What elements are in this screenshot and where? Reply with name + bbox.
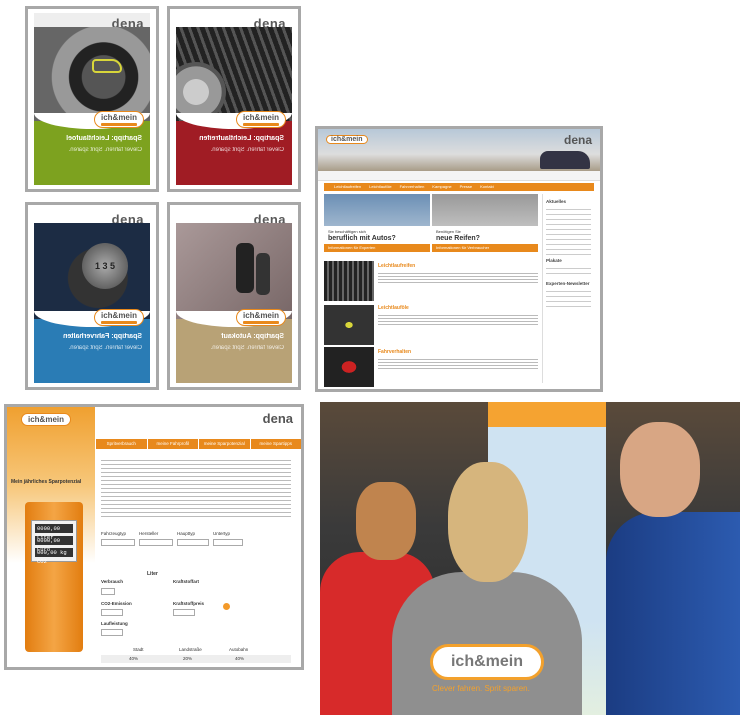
article-text: [378, 271, 538, 283]
site-sidebar: Aktuelles Plakate Experten-Newsletter: [542, 194, 594, 383]
info-icon[interactable]: [223, 603, 230, 610]
experts-button[interactable]: Informationen für Experten: [324, 244, 430, 252]
menu-item[interactable]: Kampagne: [432, 183, 451, 191]
article-image-tires: [324, 261, 374, 301]
poster-keys: dena ich&mein Spartipp: Autokauf Clever …: [167, 202, 301, 390]
calc-tabs[interactable]: Spritverbrauch meine Fahrprofil meine Sp…: [95, 439, 301, 449]
pump-euro: 0000,00 Euro: [35, 536, 73, 553]
menu-item[interactable]: Leichtlaufreifen: [334, 183, 361, 191]
poster-oil: dena ich&mein Spartipp: Leichtlaufoel Cl…: [25, 6, 159, 192]
article-title[interactable]: Leichtlaufreifen: [378, 263, 415, 269]
ichmein-logo: ich&mein: [235, 309, 286, 326]
poster-title: Spartipp: Leichtlaufoel: [66, 135, 142, 142]
select-hersteller[interactable]: [139, 539, 173, 546]
article-image-oil: [324, 305, 374, 345]
site-topnav[interactable]: [318, 171, 600, 181]
person-grey-shirt: ich&mein Clever fahren. Sprit sparen.: [392, 572, 582, 715]
ichmein-logo: ich&mein: [235, 111, 286, 128]
ichmein-logo: ich&mein: [326, 135, 368, 144]
shirt-slogan: Clever fahren. Sprit sparen.: [432, 684, 530, 693]
person-head: [356, 482, 416, 560]
tab-verbrauch[interactable]: Spritverbrauch: [95, 439, 147, 449]
poster-gear: dena 1 3 5 ich&mein Spartipp: Fahrverhal…: [25, 202, 159, 390]
calc-heading: Mein jährliches Sparpotenzial: [11, 479, 82, 485]
menu-item[interactable]: Leichtlauföle: [369, 183, 391, 191]
profile-slider[interactable]: 40% 20% 40%: [101, 655, 291, 663]
website-screenshot: ich&mein dena Leichtlaufreifen Leichtlau…: [315, 126, 603, 392]
article-text: [378, 357, 538, 369]
gear-knob-photo: 1 3 5: [34, 223, 150, 323]
pump-liter: 0000,00 Liter: [35, 524, 73, 541]
label-liter: Liter: [147, 571, 158, 577]
poster-subtitle: Clever fahren. Sprit sparen.: [68, 345, 142, 351]
input-verbrauch[interactable]: [101, 588, 115, 595]
poster-title: Spartipp: Fahrverhalten: [63, 333, 142, 340]
poster-title: Spartipp: Autokauf: [221, 333, 284, 340]
calculator-screenshot: ich&mein Mein jährliches Sparpotenzial 0…: [4, 404, 304, 670]
menu-item[interactable]: Presse: [460, 183, 472, 191]
poster-band: ich&mein Spartipp: Leichtlaufreifen Clev…: [176, 111, 292, 185]
poster-subtitle: Clever fahren. Sprit sparen.: [68, 147, 142, 153]
person-hair: [448, 462, 528, 582]
label-haupttyp: Haupttyp: [177, 531, 196, 536]
menu-item[interactable]: Fahrverhalten: [400, 183, 425, 191]
article-title[interactable]: Leichtlauföle: [378, 305, 409, 311]
pump-co2: 000,00 kg CO2: [35, 548, 73, 565]
teaser-consumers[interactable]: Benötigen Sie neue Reifen? Informationen …: [432, 194, 538, 252]
person-head: [620, 422, 700, 517]
teaser-experts[interactable]: Sie beschäftigen sich beruflich mit Autos…: [324, 194, 430, 252]
calc-header: dena: [95, 407, 301, 439]
label-stadt: Stadt: [133, 647, 144, 652]
calc-sidebar: ich&mein Mein jährliches Sparpotenzial 0…: [7, 407, 95, 667]
calc-intro-text: [101, 457, 291, 517]
person-blue-jacket: [606, 512, 740, 715]
input-preis[interactable]: [173, 609, 195, 616]
ichmein-logo: ich&mein: [93, 111, 144, 128]
poster-band: ich&mein Spartipp: Leichtlaufoel Clever …: [34, 111, 150, 185]
site-menu[interactable]: Leichtlaufreifen Leichtlauföle Fahrverha…: [324, 183, 594, 191]
ichmein-logo: ich&mein: [93, 309, 144, 326]
fuel-pump: 0000,00 Liter 0000,00 Euro 000,00 kg CO2: [25, 502, 83, 652]
label-autobahn: Autobahn: [229, 647, 249, 652]
menu-item[interactable]: Kontakt: [480, 183, 494, 191]
poster-band: ich&mein Spartipp: Autokauf Clever fahre…: [176, 309, 292, 383]
pump-display: 0000,00 Liter 0000,00 Euro 000,00 kg CO2: [31, 520, 77, 565]
poster-band: ich&mein Spartipp: Fahrverhalten Clever …: [34, 309, 150, 383]
poster-tire: dena ich&mein Spartipp: Leichtlaufreifen…: [167, 6, 301, 192]
site-header: ich&mein dena: [318, 129, 600, 171]
poster-subtitle: Clever fahren. Sprit sparen.: [210, 147, 284, 153]
label-laufleistung: Laufleistung: [101, 621, 128, 626]
label-fahrzeugtyp: Fahrzeugtyp: [101, 531, 127, 536]
article-image-drive: [324, 347, 374, 387]
input-laufleistung[interactable]: [101, 629, 123, 636]
dena-logo: dena: [563, 133, 592, 147]
tab-sparpotenzial[interactable]: meine Sparpotenzial: [198, 439, 250, 449]
event-photo: ich&mein Clever fahren. Sprit sparen.: [320, 402, 740, 715]
input-co2[interactable]: [101, 609, 123, 616]
label-kraftstoff: Kraftstoffart: [173, 579, 200, 584]
label-landstrasse: Landstraße: [179, 647, 202, 652]
poster-subtitle: Clever fahren. Sprit sparen.: [210, 345, 284, 351]
label-co2: CO2-Emission: [101, 601, 132, 606]
select-fahrzeugtyp[interactable]: [101, 539, 135, 546]
select-haupttyp[interactable]: [177, 539, 209, 546]
car-photo: [540, 151, 590, 169]
ichmein-logo: ich&mein: [21, 413, 72, 426]
label-verbrauch: Verbrauch: [101, 579, 124, 584]
article-text: [378, 313, 538, 325]
tab-fahrprofil[interactable]: meine Fahrprofil: [146, 439, 199, 449]
label-hersteller: Hersteller: [139, 531, 159, 536]
tab-spartipps[interactable]: meine Spartipps: [249, 439, 302, 449]
car-keys-photo: [176, 223, 292, 323]
consumers-button[interactable]: Informationen für Verbraucher: [432, 244, 538, 252]
ichmein-shirt-logo: ich&mein: [430, 644, 544, 680]
poster-title: Spartipp: Leichtlaufreifen: [199, 135, 284, 142]
label-preis: Kraftstoffpreis: [173, 601, 205, 606]
select-untertyp[interactable]: [213, 539, 243, 546]
article-title[interactable]: Fahrverhalten: [378, 349, 411, 355]
label-untertyp: Untertyp: [213, 531, 231, 536]
dena-logo: dena: [262, 411, 293, 426]
